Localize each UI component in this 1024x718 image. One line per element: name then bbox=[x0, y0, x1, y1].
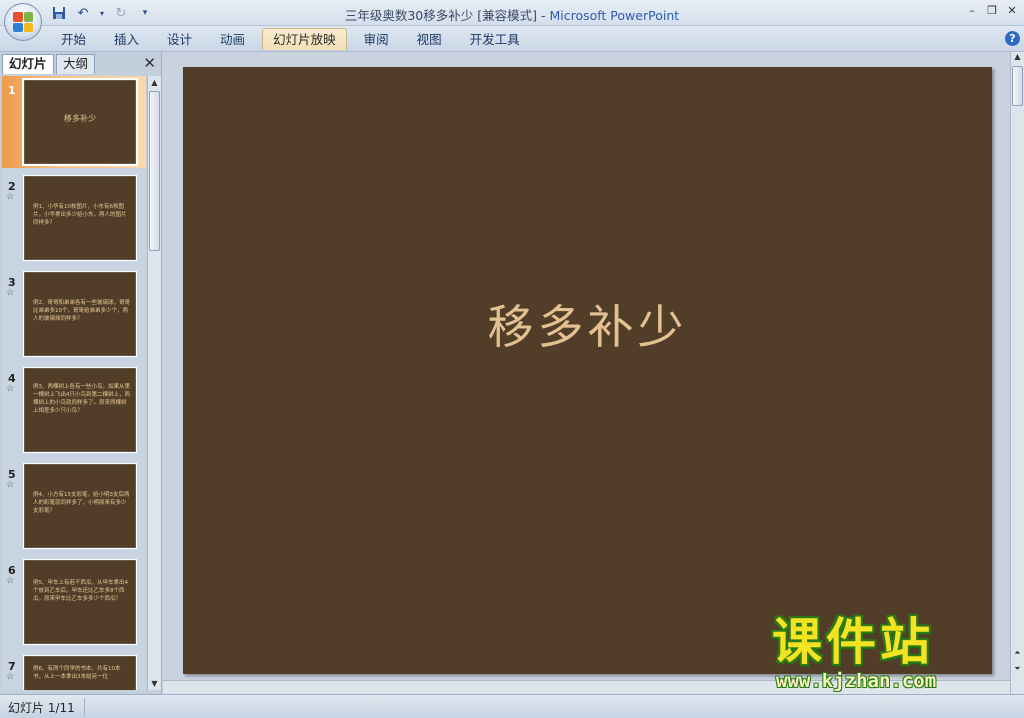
slide-thumbnail-1[interactable]: 1 移多补少 bbox=[2, 76, 146, 168]
tab-insert[interactable]: 插入 bbox=[103, 28, 150, 50]
thumb-text: 例5、甲车上有若干西瓜，从甲车拿出4个放到乙车后，甲车还比乙车多8个西瓜，原来甲… bbox=[33, 580, 128, 602]
office-logo-icon bbox=[13, 12, 33, 32]
title-bar: ↶ ▾ ↻ ▾ 三年级奥数30移多补少 [兼容模式] - Microsoft P… bbox=[0, 0, 1024, 41]
scroll-down-icon[interactable]: ▼ bbox=[148, 677, 161, 690]
watermark-logo: 课件站 www.kjzhan.com bbox=[772, 614, 1012, 694]
slide-thumbnail-7[interactable]: 7 ☆ 例6、有两个同学的书本，共有10本书，从上一本拿出3本给另一位 bbox=[2, 652, 146, 690]
thumb-preview: 例4、小方有15支彩笔，给小明3支后两人的彩笔就同样多了，小明原来有多少支彩笔？ bbox=[23, 463, 137, 549]
thumb-preview: 例3、两棵树上各有一些小鸟，如果从第一棵树上飞出4只小鸟到第二棵树上，两棵树上的… bbox=[23, 367, 137, 453]
slide-thumbnail-6[interactable]: 6 ☆ 例5、甲车上有若干西瓜，从甲车拿出4个放到乙车后，甲车还比乙车多8个西瓜… bbox=[2, 556, 146, 648]
animation-star-icon: ☆ bbox=[6, 576, 15, 586]
tab-design[interactable]: 设计 bbox=[156, 28, 203, 50]
slide-editor: 移多补少 bbox=[163, 52, 1010, 694]
slides-pane: 幻灯片 大纲 ✕ 1 移多补少 2 ☆ 例1、小华有10枚图片，小东有6枚图片，… bbox=[0, 52, 162, 694]
previous-slide-icon[interactable]: ⏶ bbox=[1011, 648, 1024, 658]
thumb-number: 1 bbox=[8, 84, 16, 97]
slide-thumbnail-3[interactable]: 3 ☆ 例2、哥哥和弟弟各有一些玻璃球，哥哥比弟弟多10个，哥哥给弟弟多少个，两… bbox=[2, 268, 146, 360]
thumb-preview: 例1、小华有10枚图片，小东有6枚图片，小华拿出多少给小东，两人的图片同样多？ bbox=[23, 175, 137, 261]
thumb-preview: 例6、有两个同学的书本，共有10本书，从上一本拿出3本给另一位 bbox=[23, 655, 137, 690]
next-slide-icon[interactable]: ⏷ bbox=[1011, 664, 1024, 674]
slide-counter: 幻灯片 1/11 bbox=[8, 701, 75, 715]
status-bar: 幻灯片 1/11 bbox=[0, 694, 1024, 718]
editor-scrollbar[interactable]: ▲ ⏶ ⏷ bbox=[1010, 52, 1024, 694]
watermark-title: 课件站 bbox=[772, 613, 934, 671]
ribbon-tabs: 开始 插入 设计 动画 幻灯片放映 审阅 视图 开发工具 bbox=[50, 28, 537, 50]
status-divider bbox=[84, 698, 85, 716]
current-slide[interactable]: 移多补少 bbox=[183, 67, 992, 674]
slide-thumbnail-5[interactable]: 5 ☆ 例4、小方有15支彩笔，给小明3支后两人的彩笔就同样多了，小明原来有多少… bbox=[2, 460, 146, 552]
pane-tabs: 幻灯片 大纲 ✕ bbox=[2, 54, 160, 74]
thumb-preview: 例2、哥哥和弟弟各有一些玻璃球，哥哥比弟弟多10个，哥哥给弟弟多少个，两人的玻璃… bbox=[23, 271, 137, 357]
thumb-preview: 移多补少 bbox=[22, 78, 138, 166]
help-icon[interactable]: ? bbox=[1005, 31, 1020, 46]
slide-title[interactable]: 移多补少 bbox=[183, 291, 992, 357]
window-title: 三年级奥数30移多补少 [兼容模式] - Microsoft PowerPoin… bbox=[0, 5, 1024, 24]
window-controls: – ❐ ✕ bbox=[964, 2, 1020, 18]
thumb-text: 例6、有两个同学的书本，共有10本书，从上一本拿出3本给另一位 bbox=[33, 666, 121, 680]
scroll-up-icon[interactable]: ▲ bbox=[148, 76, 161, 89]
scrollbar-thumb[interactable] bbox=[149, 91, 160, 251]
tab-developer[interactable]: 开发工具 bbox=[459, 28, 531, 50]
thumb-text: 例4、小方有15支彩笔，给小明3支后两人的彩笔就同样多了，小明原来有多少支彩笔？ bbox=[33, 492, 130, 514]
thumb-text: 例1、小华有10枚图片，小东有6枚图片，小华拿出多少给小东，两人的图片同样多？ bbox=[33, 204, 127, 226]
tab-outline[interactable]: 大纲 bbox=[56, 54, 96, 74]
office-button[interactable] bbox=[4, 3, 42, 41]
thumb-text: 例3、两棵树上各有一些小鸟，如果从第一棵树上飞出4只小鸟到第二棵树上，两棵树上的… bbox=[33, 384, 131, 414]
slide-thumbnail-2[interactable]: 2 ☆ 例1、小华有10枚图片，小东有6枚图片，小华拿出多少给小东，两人的图片同… bbox=[2, 172, 146, 264]
thumbnail-list: 1 移多补少 2 ☆ 例1、小华有10枚图片，小东有6枚图片，小华拿出多少给小东… bbox=[2, 76, 146, 690]
ribbon: 开始 插入 设计 动画 幻灯片放映 审阅 视图 开发工具 ? bbox=[0, 26, 1024, 52]
thumb-text: 例2、哥哥和弟弟各有一些玻璃球，哥哥比弟弟多10个，哥哥给弟弟多少个，两人的玻璃… bbox=[33, 300, 131, 322]
tab-review[interactable]: 审阅 bbox=[353, 28, 400, 50]
animation-star-icon: ☆ bbox=[6, 288, 15, 298]
tab-home[interactable]: 开始 bbox=[50, 28, 97, 50]
animation-star-icon: ☆ bbox=[6, 384, 15, 394]
thumb-preview: 例5、甲车上有若干西瓜，从甲车拿出4个放到乙车后，甲车还比乙车多8个西瓜，原来甲… bbox=[23, 559, 137, 645]
animation-star-icon: ☆ bbox=[6, 672, 15, 682]
document-title: 三年级奥数30移多补少 [兼容模式] bbox=[344, 8, 537, 23]
watermark-url: www.kjzhan.com bbox=[776, 670, 937, 692]
animation-star-icon: ☆ bbox=[6, 192, 15, 202]
close-icon[interactable]: ✕ bbox=[1004, 2, 1020, 18]
thumb-title: 移多补少 bbox=[64, 114, 96, 123]
scrollbar-thumb[interactable] bbox=[1012, 66, 1023, 106]
animation-star-icon: ☆ bbox=[6, 480, 15, 490]
tab-view[interactable]: 视图 bbox=[406, 28, 453, 50]
title-separator: - bbox=[536, 8, 550, 23]
app-name: Microsoft PowerPoint bbox=[549, 8, 680, 23]
thumbnail-scrollbar[interactable]: ▲ ▼ bbox=[147, 76, 161, 690]
slide-thumbnail-4[interactable]: 4 ☆ 例3、两棵树上各有一些小鸟，如果从第一棵树上飞出4只小鸟到第二棵树上，两… bbox=[2, 364, 146, 456]
scroll-up-icon[interactable]: ▲ bbox=[1011, 52, 1024, 61]
tab-slide-show[interactable]: 幻灯片放映 bbox=[262, 28, 347, 50]
tab-animations[interactable]: 动画 bbox=[209, 28, 256, 50]
pane-close-icon[interactable]: ✕ bbox=[143, 54, 156, 72]
tab-slides[interactable]: 幻灯片 bbox=[2, 54, 54, 74]
minimize-icon[interactable]: – bbox=[964, 2, 980, 18]
restore-icon[interactable]: ❐ bbox=[984, 2, 1000, 18]
